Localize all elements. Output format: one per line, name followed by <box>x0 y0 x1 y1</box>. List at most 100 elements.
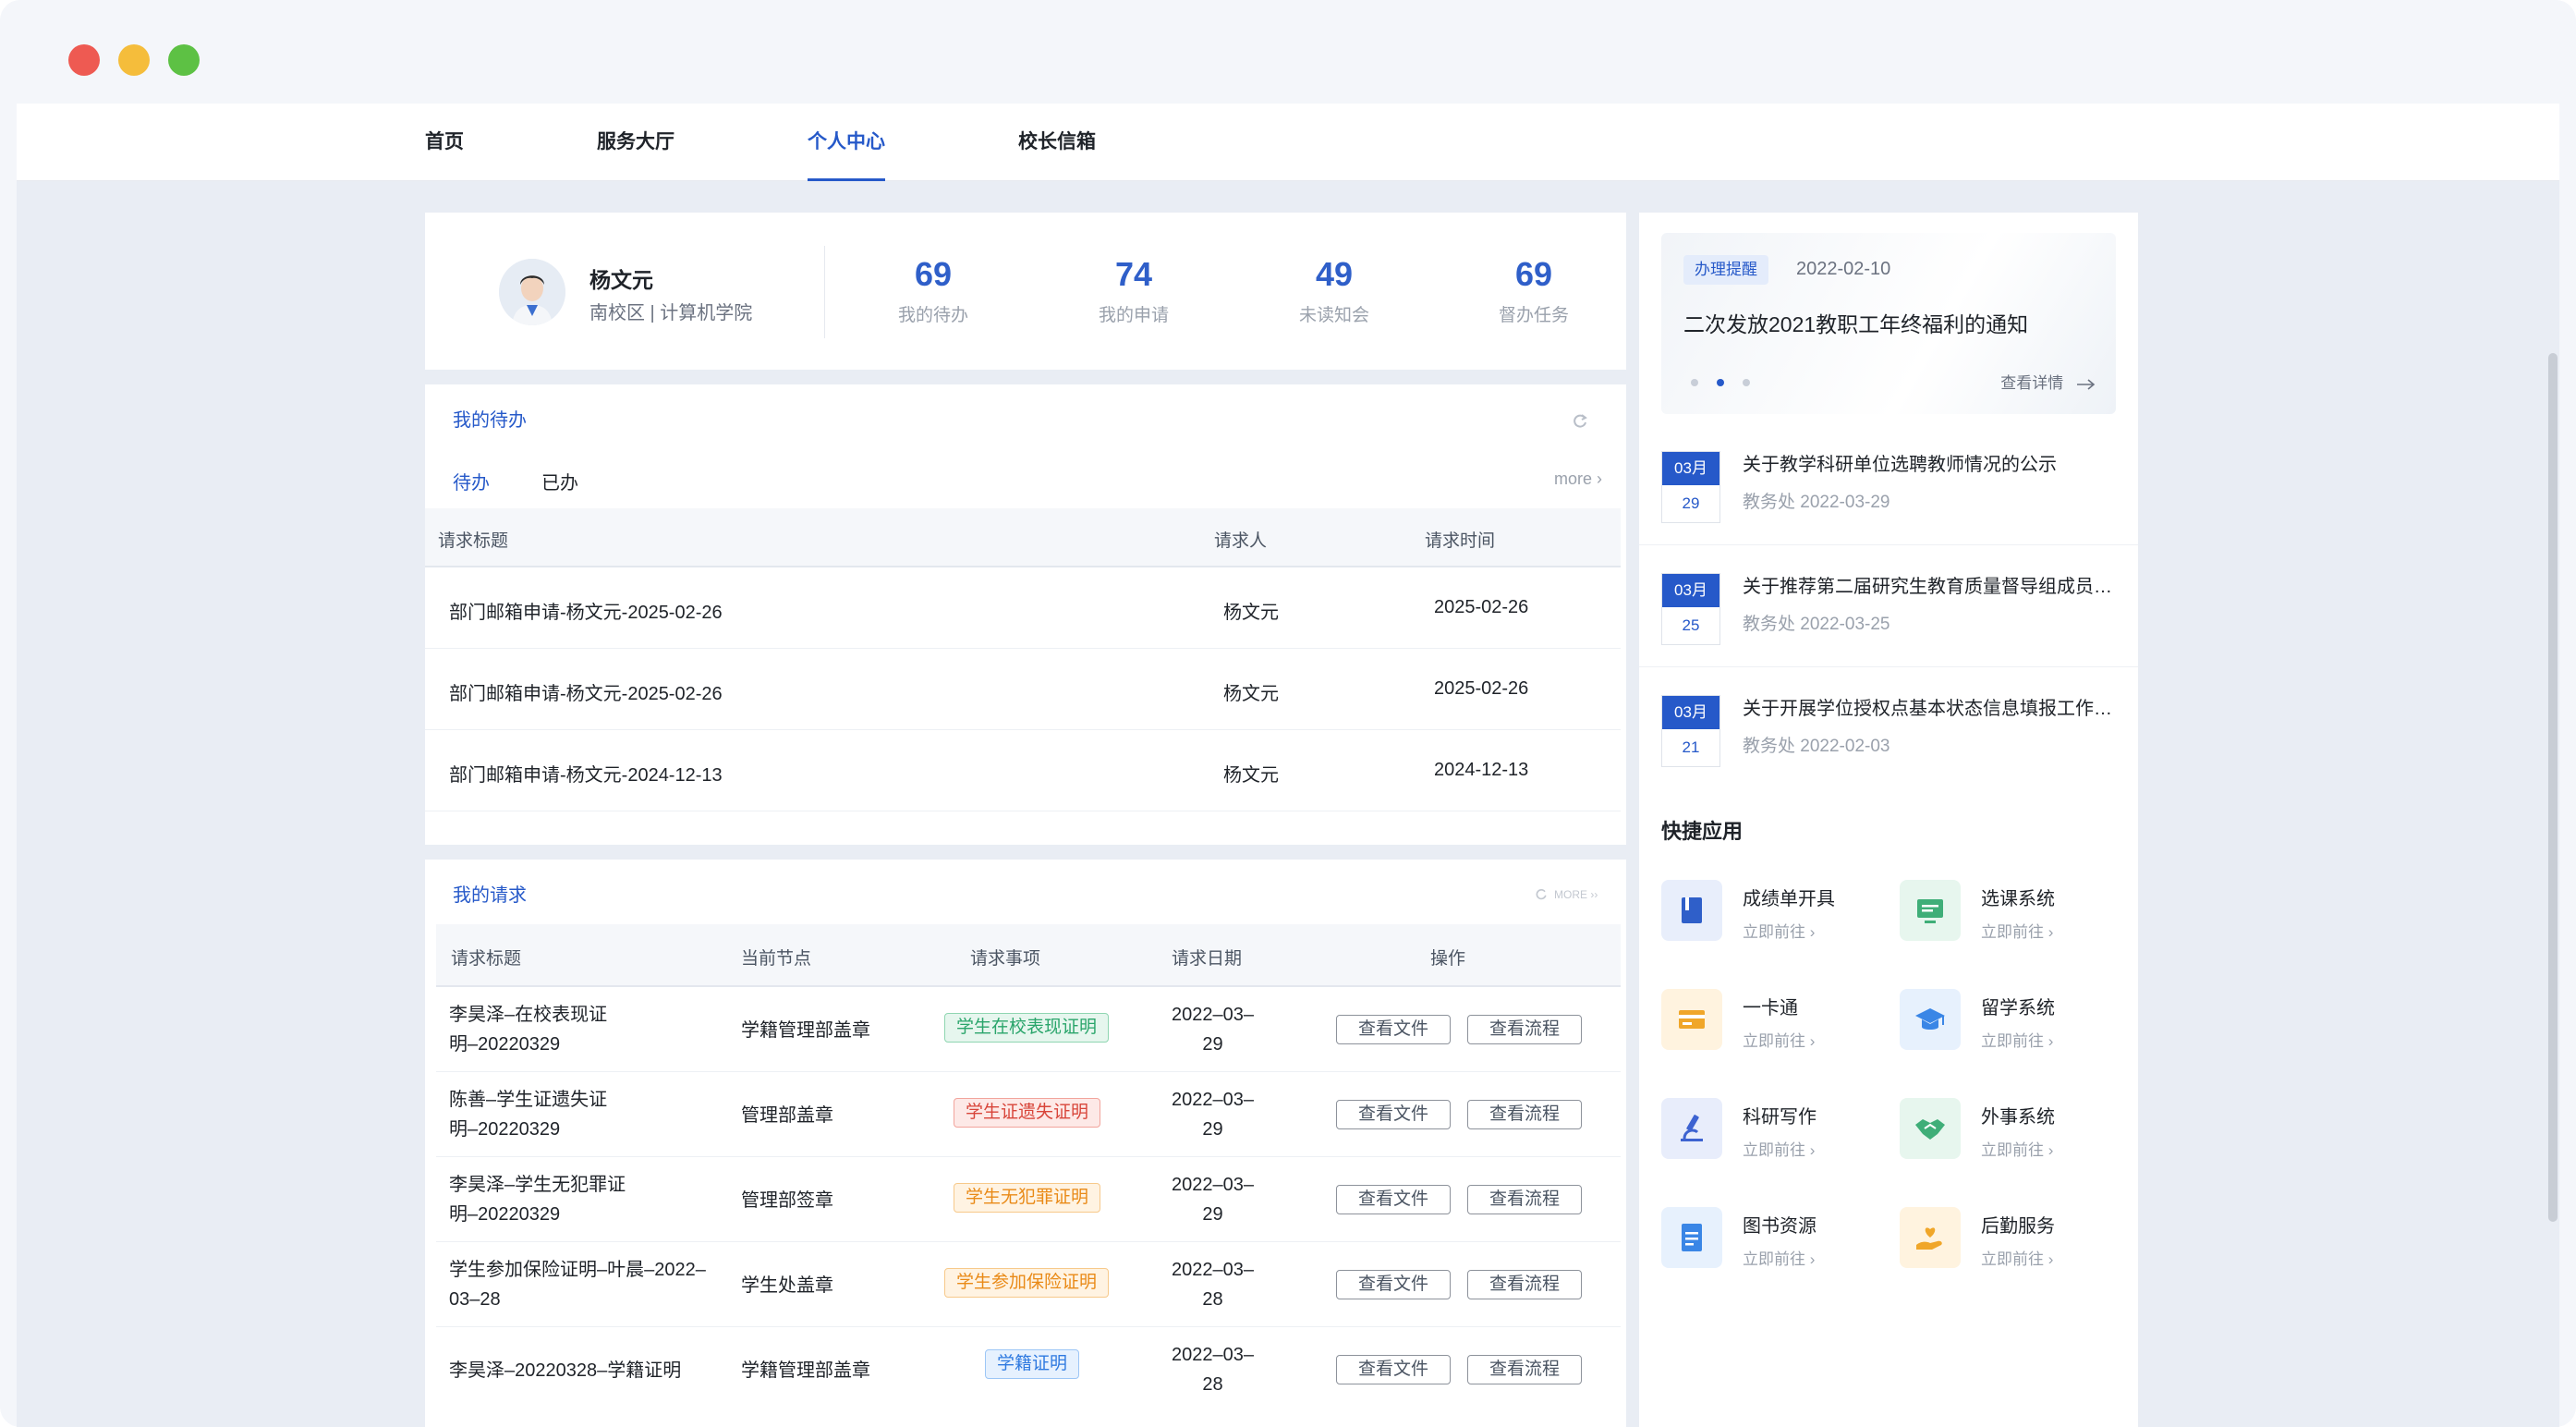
hand-heart-icon <box>1900 1207 1961 1268</box>
view-flow-button[interactable]: 查看流程 <box>1467 1270 1582 1299</box>
app-name: 留学系统 <box>1981 998 2055 1018</box>
stat-label: 督办任务 <box>1498 306 1569 325</box>
go-link[interactable]: 立即前往 › <box>1743 1246 1815 1269</box>
stat-unread-notices[interactable]: 49 未读知会 <box>1251 255 1417 326</box>
list-item[interactable]: 03月 21 关于开展学位授权点基本状态信息填报工作的通知 教务处 2022-0… <box>1639 667 2138 789</box>
table-row[interactable]: 李昊泽–在校表现证 明–20220329 学籍管理部盖章 学生在校表现证明 202… <box>436 987 1621 1072</box>
view-flow-button[interactable]: 查看流程 <box>1467 1355 1582 1384</box>
go-link[interactable]: 立即前往 › <box>1981 919 2053 942</box>
notice-meta: 教务处 2022-02-03 <box>1743 737 1890 756</box>
row-node: 学籍管理部盖章 <box>741 1360 870 1381</box>
view-file-button[interactable]: 查看文件 <box>1336 1100 1451 1129</box>
row-title[interactable]: 部门邮箱申请-杨文元-2025-02-26 <box>449 597 723 624</box>
row-requester: 杨文元 <box>1223 684 1279 704</box>
row-title[interactable]: 陈善–学生证遗失证 明–20220329 <box>449 1085 607 1144</box>
book-icon <box>1661 880 1722 941</box>
app-name: 图书资源 <box>1743 1216 1817 1237</box>
notice-title[interactable]: 关于开展学位授权点基本状态信息填报工作的通知 <box>1743 693 2112 720</box>
carousel-dot[interactable] <box>1743 379 1750 386</box>
table-row[interactable]: 陈善–学生证遗失证 明–20220329 管理部盖章 学生证遗失证明 2022–0… <box>436 1072 1621 1157</box>
table-row[interactable]: 部门邮箱申请-杨文元-2025-02-26 杨文元 2025-02-26 <box>425 649 1621 730</box>
go-link[interactable]: 立即前往 › <box>1981 1137 2053 1160</box>
nav-service-hall[interactable]: 服务大厅 <box>597 104 674 181</box>
status-badge: 学生无犯罪证明 <box>954 1183 1101 1213</box>
row-time: 2024-12-13 <box>1434 760 1529 780</box>
view-file-button[interactable]: 查看文件 <box>1336 1270 1451 1299</box>
carousel-dot-active[interactable] <box>1717 379 1724 386</box>
row-title[interactable]: 李昊泽–在校表现证 明–20220329 <box>449 1000 607 1059</box>
table-row[interactable]: 部门邮箱申请-杨文元-2025-02-26 杨文元 2025-02-26 <box>425 567 1621 649</box>
list-item[interactable]: 03月 29 关于教学科研单位选聘教师情况的公示 教务处 2022-03-29 <box>1639 423 2138 545</box>
col-current-node: 当前节点 <box>741 949 812 969</box>
page-scrollbar[interactable] <box>2548 353 2558 1222</box>
col-request-item: 请求事项 <box>970 949 1041 969</box>
app-window: 首页 服务大厅 个人中心 校长信箱 杨文元 南校区 | 计算机学院 69 我的待… <box>0 0 2576 1427</box>
stat-supervision-tasks[interactable]: 69 督办任务 <box>1451 255 1617 326</box>
quick-app-logistics[interactable]: 后勤服务 立即前往 › <box>1900 1207 2121 1275</box>
view-file-button[interactable]: 查看文件 <box>1336 1015 1451 1044</box>
col-actions: 操作 <box>1430 949 1466 969</box>
quick-app-foreign-affairs[interactable]: 外事系统 立即前往 › <box>1900 1098 2121 1166</box>
view-file-button[interactable]: 查看文件 <box>1336 1355 1451 1384</box>
view-details-link[interactable]: 查看详情 <box>2000 370 2097 393</box>
quick-app-course-selection[interactable]: 选课系统 立即前往 › <box>1900 880 2121 948</box>
table-row[interactable]: 部门邮箱申请-杨文元-2024-12-13 杨文元 2024-12-13 <box>425 730 1621 811</box>
stat-my-todo[interactable]: 69 我的待办 <box>850 255 1016 326</box>
notice-title[interactable]: 关于教学科研单位选聘教师情况的公示 <box>1743 449 2112 476</box>
minimize-window-button[interactable] <box>118 44 150 76</box>
todo-more-link[interactable]: more › <box>1554 470 1602 489</box>
banner-date: 2022-02-10 <box>1796 259 1891 279</box>
table-row[interactable]: 李昊泽–学生无犯罪证 明–20220329 管理部签章 学生无犯罪证明 2022–… <box>436 1157 1621 1242</box>
list-item[interactable]: 03月 25 关于推荐第二届研究生教育质量督导组成员的通知 教务处 2022-0… <box>1639 545 2138 667</box>
close-window-button[interactable] <box>68 44 100 76</box>
row-title[interactable]: 部门邮箱申请-杨文元-2024-12-13 <box>449 760 723 787</box>
go-link[interactable]: 立即前往 › <box>1981 1028 2053 1051</box>
view-flow-button[interactable]: 查看流程 <box>1467 1100 1582 1129</box>
avatar[interactable] <box>499 259 565 325</box>
requests-panel: 我的请求 MORE ›› 请求标题 当前节点 请求事项 请求日期 操作 李昊泽–… <box>425 860 1626 1427</box>
refresh-icon[interactable] <box>1571 412 1589 431</box>
tab-done[interactable]: 已办 <box>541 468 578 494</box>
document-icon <box>1661 1207 1722 1268</box>
table-row[interactable]: 李昊泽–20220328–学籍证明 学籍管理部盖章 学籍证明 2022–03– 2… <box>436 1327 1621 1412</box>
stat-label: 未读知会 <box>1298 306 1369 325</box>
quick-app-research-writing[interactable]: 科研写作 立即前往 › <box>1661 1098 1883 1166</box>
stat-value: 49 <box>1315 255 1354 293</box>
go-link[interactable]: 立即前往 › <box>1743 1137 1815 1160</box>
quick-app-campus-card[interactable]: 一卡通 立即前往 › <box>1661 989 1883 1057</box>
nav-principal-mailbox[interactable]: 校长信箱 <box>1018 104 1096 181</box>
card-icon <box>1661 989 1722 1050</box>
status-badge: 学生参加保险证明 <box>944 1268 1110 1298</box>
tab-todo[interactable]: 待办 <box>453 468 490 494</box>
quick-app-study-abroad[interactable]: 留学系统 立即前往 › <box>1900 989 2121 1057</box>
todo-title: 我的待办 <box>453 410 527 431</box>
quick-app-library[interactable]: 图书资源 立即前往 › <box>1661 1207 1883 1275</box>
stat-value: 69 <box>1514 255 1553 293</box>
row-title[interactable]: 学生参加保险证明–叶晨–2022– 03–28 <box>449 1255 706 1314</box>
notice-title[interactable]: 关于推荐第二届研究生教育质量督导组成员的通知 <box>1743 571 2112 598</box>
status-badge: 学生在校表现证明 <box>944 1013 1110 1043</box>
row-title[interactable]: 李昊泽–20220328–学籍证明 <box>449 1355 681 1382</box>
view-flow-button[interactable]: 查看流程 <box>1467 1185 1582 1214</box>
banner-title[interactable]: 二次发放2021教职工年终福利的通知 <box>1683 307 2028 338</box>
table-row[interactable]: 学生参加保险证明–叶晨–2022– 03–28 学生处盖章 学生参加保险证明 20… <box>436 1242 1621 1327</box>
notice-banner[interactable]: 办理提醒 2022-02-10 二次发放2021教职工年终福利的通知 查看详情 <box>1661 233 2116 414</box>
portal-page: 首页 服务大厅 个人中心 校长信箱 杨文元 南校区 | 计算机学院 69 我的待… <box>17 104 2559 1427</box>
row-date: 2022–03– 28 <box>1172 1260 1254 1310</box>
go-link[interactable]: 立即前往 › <box>1981 1246 2053 1269</box>
maximize-window-button[interactable] <box>168 44 200 76</box>
stat-my-applications[interactable]: 74 我的申请 <box>1051 255 1217 326</box>
view-flow-button[interactable]: 查看流程 <box>1467 1015 1582 1044</box>
row-title[interactable]: 李昊泽–学生无犯罪证 明–20220329 <box>449 1170 626 1229</box>
row-title[interactable]: 部门邮箱申请-杨文元-2025-02-26 <box>449 678 723 705</box>
quick-app-transcript[interactable]: 成绩单开具 立即前往 › <box>1661 880 1883 948</box>
view-file-button[interactable]: 查看文件 <box>1336 1185 1451 1214</box>
quick-apps-title: 快捷应用 <box>1661 820 1744 843</box>
nav-home[interactable]: 首页 <box>425 104 464 181</box>
row-requester: 杨文元 <box>1223 603 1279 623</box>
carousel-dot[interactable] <box>1691 379 1698 386</box>
go-link[interactable]: 立即前往 › <box>1743 919 1815 942</box>
requests-more-link[interactable]: MORE ›› <box>1534 887 1598 902</box>
nav-personal-center[interactable]: 个人中心 <box>808 104 885 181</box>
go-link[interactable]: 立即前往 › <box>1743 1028 1815 1051</box>
